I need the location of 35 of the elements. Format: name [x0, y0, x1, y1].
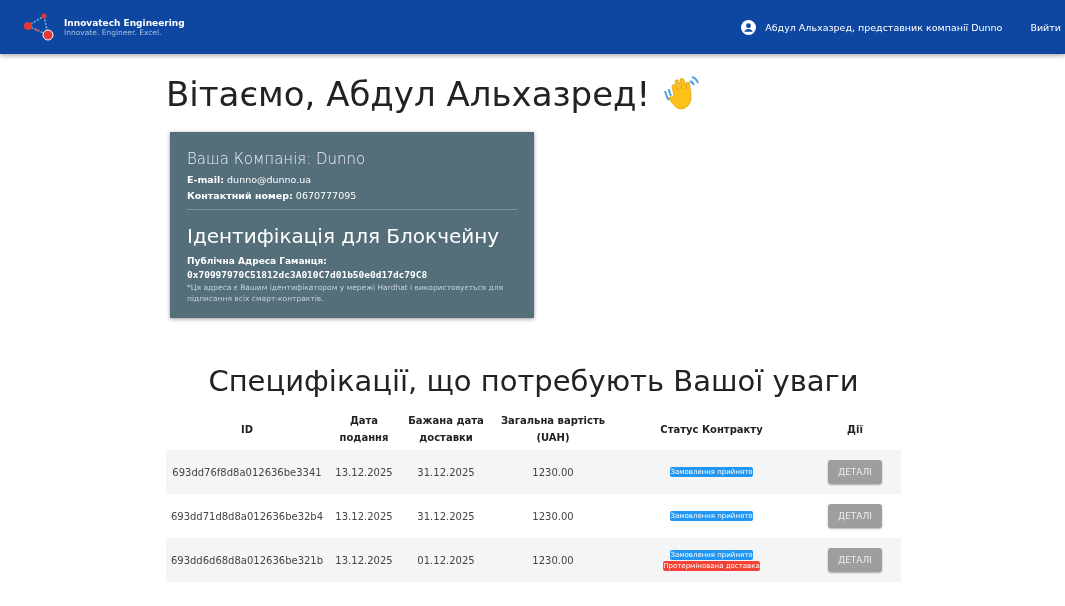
table-cell: 01.12.2025 — [400, 538, 492, 582]
table-cell: 13.12.2025 — [328, 538, 400, 582]
section-heading: Специфікації, що потребують Вашої уваги — [207, 364, 860, 398]
user-icon — [741, 19, 757, 35]
table-cell: 693dd71d8d8a012636be32b4 — [166, 494, 328, 538]
column-header: Бажана дата доставки — [400, 408, 492, 450]
table-cell: 31.12.2025 — [400, 450, 492, 494]
phone-value: 0670777095 — [295, 190, 357, 201]
table-cell: 13.12.2025 — [328, 494, 400, 538]
greeting-heading: Вітаємо, Абдул Альхазред! — [166, 74, 651, 114]
table-cell: 693dd76f8d8a012636be3341 — [166, 450, 328, 494]
table-cell: 1230.00 — [492, 450, 614, 494]
wallet-label: Публічна Адреса Гаманця: — [187, 256, 328, 266]
column-header: Статус Контракту — [614, 408, 809, 450]
user-name[interactable]: Абдул Альхазред, представник компанії Dunno — [765, 21, 1003, 33]
column-header: Загальна вартість (UAH) — [492, 408, 614, 450]
phone-label: Контактний номер: — [187, 190, 293, 201]
column-header: Дата подання — [328, 408, 400, 450]
table-cell: 693dd6d68d8a012636be321b — [166, 538, 328, 582]
email-label: E-mail: — [187, 174, 225, 185]
details-button[interactable]: ДЕТАЛІ — [828, 460, 882, 484]
column-header: Дії — [809, 408, 901, 450]
logout-link[interactable]: Вийти — [1030, 21, 1061, 33]
brand-name: Innovatech Engineering — [64, 17, 185, 28]
email-value: dunno@dunno.ua — [227, 174, 312, 185]
column-header: ID — [166, 408, 328, 450]
blockchain-heading: Ідентифікація для Блокчейну — [187, 223, 500, 250]
table-cell: 1230.00 — [492, 494, 614, 538]
table-cell: 13.12.2025 — [328, 450, 400, 494]
details-button[interactable]: ДЕТАЛІ — [828, 548, 882, 572]
company-name: Ваша Компанія: Dunno — [187, 150, 367, 168]
wallet-address: 0x70997970C51812dc3A010C7d01b50e0d17dc79C8 — [187, 269, 429, 280]
table-cell: 31.12.2025 — [400, 494, 492, 538]
table-cell: 1230.00 — [492, 538, 614, 582]
details-button[interactable]: ДЕТАЛІ — [828, 504, 882, 528]
